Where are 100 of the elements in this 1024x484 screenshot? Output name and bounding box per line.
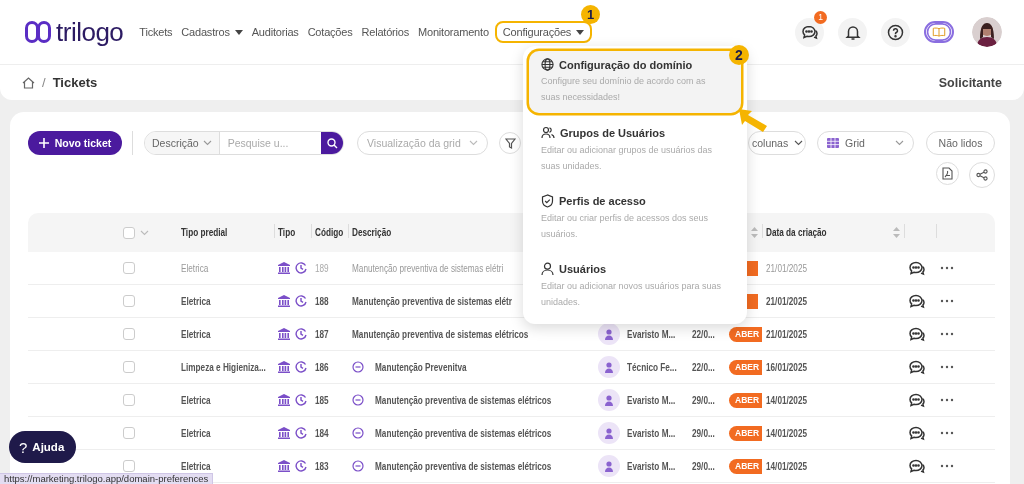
table-cell: Limpeza e Higieniza... (181, 361, 266, 373)
column-header[interactable]: Tipo predial (181, 227, 228, 238)
row-checkbox[interactable] (123, 328, 135, 340)
table-cell: Evaristo M... (627, 427, 676, 439)
table-cell: Eletrica (181, 295, 211, 307)
clock-icon (295, 427, 307, 439)
comments-icon (908, 392, 926, 408)
shield-icon (541, 194, 554, 208)
more-icon[interactable] (940, 464, 954, 468)
role-label: Solicitante (938, 75, 1002, 90)
home-icon[interactable] (22, 76, 35, 89)
help-icon (887, 23, 904, 41)
table-cell: 14/01/2025 (766, 427, 808, 439)
more-icon[interactable] (940, 299, 954, 303)
grid-icon (827, 138, 839, 148)
menu-item[interactable]: Grupos de Usuários Editar ou adicionar grupos de usuários das suas unidades. (529, 119, 741, 181)
notification-button[interactable] (838, 17, 867, 47)
table-cell: 185 (315, 394, 329, 406)
table-cell: 183 (315, 460, 329, 472)
more-icon[interactable] (940, 332, 954, 336)
status-badge: ABER (729, 425, 763, 441)
more-icon[interactable] (940, 431, 954, 435)
table-cell: Manutenção preventiva de sistemas elétr (352, 295, 512, 307)
building-icon (278, 460, 290, 472)
column-header[interactable]: Data da criação (766, 227, 827, 238)
column-header[interactable]: Descrição (352, 227, 392, 238)
menu-item[interactable]: Usuários Editar ou adicionar novos usuários para suas unidades. (529, 255, 741, 317)
user-avatar (598, 389, 620, 411)
row-checkbox[interactable] (123, 262, 135, 274)
column-header[interactable]: Código (315, 227, 344, 238)
new-ticket-button[interactable]: Novo ticket (28, 131, 122, 155)
table-cell: 21/01/2025 (766, 262, 808, 274)
more-icon[interactable] (940, 365, 954, 369)
help-button[interactable]: ? Ajuda (9, 431, 77, 463)
building-icon (278, 295, 290, 307)
menu-item[interactable]: Perfis de acesso Editar ou criar perfis de acessos dos seus usuários. (529, 187, 741, 249)
search-field[interactable]: Descrição Pesquise u... (144, 131, 344, 155)
clock-icon (295, 295, 307, 307)
table-cell: Evaristo M... (627, 460, 676, 472)
clock-icon (295, 394, 307, 406)
table-cell: Manutenção preventiva de sistemas elétricos (375, 427, 552, 439)
more-icon[interactable] (940, 398, 954, 402)
select-all-checkbox[interactable] (123, 226, 135, 239)
row-checkbox[interactable] (123, 460, 135, 472)
row-checkbox[interactable] (123, 361, 135, 373)
chevron-icon (469, 140, 478, 146)
nav-link[interactable]: Tickets (139, 22, 173, 42)
nav-link[interactable]: Cotações (307, 22, 353, 42)
status-badge: ABER (729, 326, 763, 342)
table-cell: 29/0... (692, 394, 715, 406)
building-icon (278, 361, 290, 373)
columns-dropdown[interactable]: colunas (748, 131, 806, 155)
layout-dropdown[interactable]: Grid (817, 131, 914, 155)
user-avatar (598, 356, 620, 378)
nav-link[interactable]: Monitoramento (418, 22, 489, 42)
status-badge: ABER (729, 458, 763, 474)
more-icon[interactable] (940, 266, 954, 270)
nav-link[interactable]: Auditorias (251, 22, 299, 42)
unread-filter-button[interactable]: Não lidos (926, 131, 995, 155)
row-checkbox[interactable] (123, 295, 135, 307)
nav-link[interactable]: Relatórios (361, 22, 410, 42)
nav-link[interactable]: Cadastros (181, 22, 243, 42)
row-checkbox[interactable] (123, 427, 135, 439)
logo-icon (25, 21, 51, 43)
table-cell: 186 (315, 361, 329, 373)
user-avatar (598, 455, 620, 477)
table-cell: Eletrica (181, 394, 211, 406)
pointer-arrow (737, 107, 769, 133)
table-cell: 21/01/2025 (766, 295, 808, 307)
comments-icon (908, 260, 926, 276)
table-cell: Manutenção preventiva de sistemas elétricos (352, 328, 529, 340)
table-cell: Eletrica (181, 262, 209, 274)
bell-icon (844, 23, 861, 41)
globe-icon (541, 58, 554, 71)
chevron-icon (794, 140, 804, 146)
notification-badge: 1 (814, 10, 827, 24)
building-icon (278, 328, 290, 340)
table-cell: 22/0... (692, 328, 715, 340)
building-icon (278, 427, 290, 439)
comments-icon (908, 359, 926, 375)
users-icon (541, 126, 555, 140)
table-cell: Eletrica (181, 460, 211, 472)
comments-icon (908, 326, 926, 342)
breadcrumb-current: Tickets (52, 75, 98, 90)
clock-icon (295, 460, 307, 472)
column-header[interactable]: Tipo (278, 227, 296, 238)
building-icon (278, 394, 290, 406)
table-cell: 16/01/2025 (766, 361, 808, 373)
user-avatar (598, 323, 620, 345)
book-icon[interactable] (924, 21, 954, 43)
search-icon (326, 137, 338, 149)
row-checkbox[interactable] (123, 394, 135, 406)
chevron-icon (202, 140, 212, 146)
help-button[interactable] (881, 17, 910, 47)
comments-icon (908, 458, 926, 474)
status-badge: ABER (729, 359, 763, 375)
avatar[interactable] (972, 17, 1002, 47)
comments-icon (908, 425, 926, 441)
search-button[interactable] (321, 132, 343, 154)
field-dropdown[interactable]: Descrição (145, 132, 220, 154)
